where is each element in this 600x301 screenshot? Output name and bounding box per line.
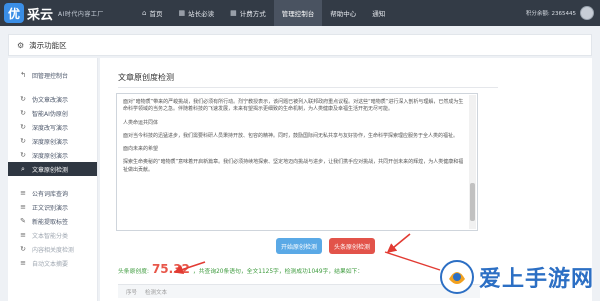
sidebar-item-originality-check[interactable]: ⌕ 文章原创检测 [8, 162, 97, 176]
page: 优 采云 AI时代内容工厂 ⌂ 首页 ▦ 站长必读 ▦ 计费方式 管理控制台 帮助中心… [0, 0, 600, 301]
paragraph: 探索生命奥秘的“暗物质”意味着开启新篇章。我们必须持续地探索、坚定地迈向挑战与进… [123, 159, 464, 173]
grid-icon: ▦ [178, 9, 186, 17]
top-navigation-bar: 优 采云 AI时代内容工厂 ⌂ 首页 ▦ 站长必读 ▦ 计费方式 管理控制台 帮助中心… [0, 0, 600, 26]
refresh-icon: ↻ [20, 123, 26, 131]
panel-header: ⚙ 演示功能区 [8, 34, 592, 56]
list-icon: ≡ [20, 189, 26, 197]
nav-notice[interactable]: 通知 [364, 0, 393, 26]
refresh-icon: ↻ [20, 95, 26, 103]
refresh-icon: ↻ [20, 109, 26, 117]
sidebar-item-label: 深度改写演示 [32, 124, 69, 132]
refresh-icon: ↻ [20, 137, 26, 145]
sidebar-item-back[interactable]: ↰ 回管理控制台 [8, 68, 97, 82]
refresh-icon: ↻ [20, 245, 26, 253]
scrollbar-thumb[interactable] [470, 183, 475, 221]
paragraph: 面向未来的希望 [123, 146, 159, 153]
list-icon: ≡ [20, 231, 26, 239]
back-arrow-icon: ↰ [20, 71, 26, 79]
sidebar-item-ai-rewrite[interactable]: ↻ 智能AI伪原创 [8, 106, 97, 120]
paragraph: 面对当今科技的迅猛进步，我们需要科研人员秉持开放、包容的精神。同时，鼓励国际间无… [123, 132, 459, 139]
points-balance: 积分余额: 2365445 [525, 11, 576, 17]
tag-icon: ✎ [20, 217, 26, 225]
watermark-logo [439, 260, 474, 294]
column-header-text: 检测文本 [145, 289, 168, 296]
sidebar-item-rewrite-demo[interactable]: ↻ 伪文章改演示 [8, 92, 97, 106]
logo-tagline: AI时代内容工厂 [58, 10, 104, 18]
nav-label: 计费方式 [239, 10, 266, 18]
nav-must-read[interactable]: ▦ 站长必读 [170, 0, 222, 26]
sidebar-item-label: 自动文本摘要 [32, 260, 69, 268]
toutiao-check-button[interactable]: 头条原创检测 [329, 238, 375, 254]
nav-pricing[interactable]: ▦ 计费方式 [222, 0, 274, 26]
list-icon: ≡ [20, 203, 26, 211]
sidebar-item-text-recognition[interactable]: ≡ 正文识别演示 [8, 200, 97, 214]
sidebar-item-deep-original-2[interactable]: ↻ 深度原创演示 [8, 148, 97, 162]
paragraph: 面对“暗物质”带来的严峻挑战，我们必须有所行动。烈宁教授表示，该问题已被列入联邦… [123, 99, 464, 113]
refresh-icon: ↻ [20, 151, 26, 159]
result-detail: ，共查询20条语句，全文1125字，检测成功1049字，结果如下： [192, 269, 364, 275]
watermark: 爱上手游网 [439, 259, 594, 295]
nav-label: 站长必读 [188, 10, 215, 18]
home-icon: ⌂ [142, 9, 147, 17]
sidebar-item-label: 智能AI伪原创 [32, 110, 68, 118]
search-icon: ⌕ [21, 164, 25, 173]
nav-label: 首页 [149, 10, 163, 18]
sidebar-item-classification[interactable]: ≡ 文本智能分类 [8, 228, 97, 242]
sidebar-item-label: 正文识别演示 [32, 204, 69, 212]
scrollbar[interactable] [469, 95, 476, 229]
nav-help[interactable]: 帮助中心 [322, 0, 364, 26]
gear-icon: ⚙ [17, 40, 25, 50]
main-nav: ⌂ 首页 ▦ 站长必读 ▦ 计费方式 管理控制台 帮助中心 通知 [134, 0, 393, 26]
sidebar-item-label: 深度原创演示 [32, 152, 69, 160]
sidebar-item-label: 回管理控制台 [32, 72, 69, 80]
watermark-text: 爱上手游网 [478, 267, 594, 292]
avatar[interactable] [580, 6, 594, 20]
sidebar: ↰ 回管理控制台 ↻ 伪文章改演示 ↻ 智能AI伪原创 ↻ 深度改写演示 ↻ 深度原创演示… [8, 58, 98, 301]
logo[interactable]: 优 采云 AI时代内容工厂 [0, 0, 134, 26]
page-title: 文章原创度检测 [118, 73, 174, 82]
logo-mark: 优 [4, 3, 24, 23]
result-line: 头条原创度: 75.32 ，共查询20条语句，全文1125字，检测成功1049字… [118, 262, 363, 276]
nav-console[interactable]: 管理控制台 [273, 0, 323, 26]
sidebar-item-public-lexicon[interactable]: ≡ 公有词库查询 [8, 186, 97, 200]
grid-icon: ▦ [230, 9, 237, 17]
sidebar-item-deep-rewrite[interactable]: ↻ 深度改写演示 [8, 120, 97, 134]
originality-score: 75.32 [151, 262, 190, 276]
result-label: 头条原创度: [118, 269, 149, 275]
paragraph: 人类命运共同体 [123, 119, 159, 126]
sidebar-item-label: 内容相关度检测 [32, 246, 75, 254]
sidebar-item-label: 伪文章改演示 [32, 96, 69, 104]
sidebar-item-label: 深度原创演示 [32, 138, 69, 146]
user-area[interactable]: 积分余额: 2365445 [526, 0, 594, 26]
sidebar-item-summary[interactable]: ≡ 自动文本摘要 [8, 256, 97, 270]
sidebar-item-label: 公有词库查询 [32, 190, 69, 198]
title-divider [118, 87, 498, 88]
logo-name: 采云 [27, 7, 54, 23]
sidebar-item-relevance[interactable]: ↻ 内容相关度检测 [8, 242, 97, 256]
panel-title: 演示功能区 [29, 40, 67, 50]
result-table-header: 序号 检测文本 [118, 284, 480, 298]
sidebar-item-label: 文本智能分类 [32, 232, 69, 240]
article-text: 面对“暗物质”带来的严峻挑战，我们必须有所行动。烈宁教授表示，该问题已被列入联邦… [123, 99, 465, 180]
article-textarea[interactable]: 面对“暗物质”带来的严峻挑战，我们必须有所行动。烈宁教授表示，该问题已被列入联邦… [116, 93, 478, 231]
list-icon: ≡ [20, 259, 26, 267]
sidebar-item-label: 文章原创检测 [32, 166, 69, 174]
sidebar-item-deep-original-1[interactable]: ↻ 深度原创演示 [8, 134, 97, 148]
sidebar-item-label: 新能提取标签 [32, 218, 69, 226]
nav-label: 管理控制台 [281, 10, 315, 18]
nav-label: 帮助中心 [330, 10, 357, 18]
nav-label: 通知 [372, 10, 386, 18]
start-check-button[interactable]: 开始原创检测 [276, 238, 322, 254]
column-header-index: 序号 [126, 289, 138, 296]
sidebar-item-tag-extract[interactable]: ✎ 新能提取标签 [8, 214, 97, 228]
nav-home[interactable]: ⌂ 首页 [134, 0, 170, 26]
